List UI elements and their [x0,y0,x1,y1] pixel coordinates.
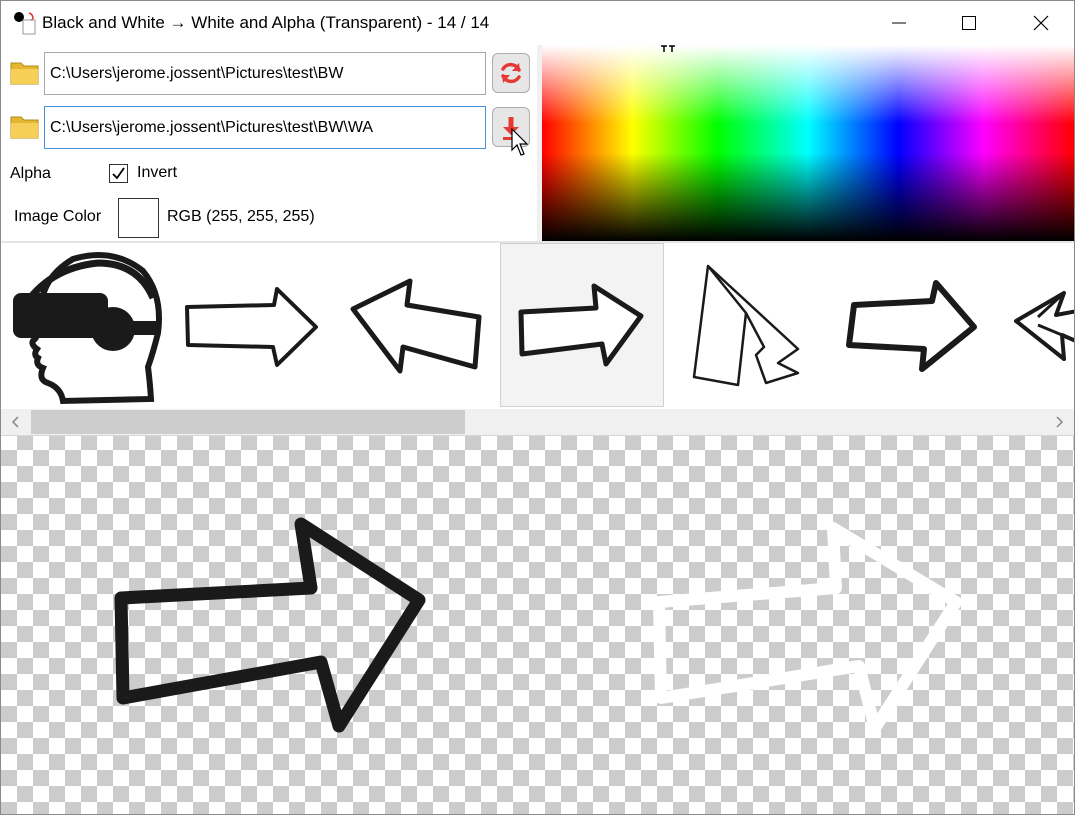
thumbnail-arrow-up-folded[interactable] [666,243,830,407]
color-picker[interactable] [542,45,1074,241]
color-picker-gradient [542,45,1074,241]
thumbnail-scrollbar[interactable] [1,409,1074,436]
alpha-label: Alpha [10,165,51,182]
scroll-right-button[interactable] [1044,409,1074,435]
arrow-right-heavy-icon [846,280,977,372]
refresh-button[interactable] [492,53,530,93]
app-icon [14,12,36,35]
vr-head-icon [13,252,162,405]
minimize-button[interactable] [869,1,929,45]
image-color-swatch[interactable] [118,198,159,238]
arrow-left-icon [350,278,482,374]
picker-marker-icon[interactable] [660,45,676,54]
thumbnail-vr-headset[interactable] [3,243,167,407]
image-color-value: RGB (255, 255, 255) [167,208,315,225]
arrow-left-partial-icon [1014,291,1074,361]
source-path-input[interactable] [44,52,486,95]
chevron-left-icon [11,416,19,428]
maximize-icon [962,16,976,30]
preview-area [1,436,1074,814]
scrollbar-thumb[interactable] [31,410,465,434]
arrow-right-icon [185,287,318,367]
thumbnail-arrow-right-heavy[interactable] [832,243,996,407]
minimize-icon [892,22,906,24]
chevron-right-icon [1056,416,1064,428]
thumbnail-arrow-left-outline[interactable] [335,243,499,407]
window-title: Black and White → White and Alpha (Trans… [42,13,490,32]
output-path-input[interactable] [44,106,486,149]
source-image-preview [114,517,426,733]
title-bar: Black and White → White and Alpha (Trans… [1,1,1074,45]
result-image-preview [653,522,962,734]
image-color-label: Image Color [14,208,102,225]
arrow-up-folded-icon [692,264,800,387]
arrow-right-bold-icon [518,283,644,367]
maximize-button[interactable] [939,1,999,45]
thumbnail-arrow-right-outline[interactable] [169,243,333,407]
refresh-icon [501,62,521,84]
thumbnail-strip [1,243,1074,409]
invert-checkbox[interactable] [109,164,128,183]
close-icon [1033,15,1049,31]
app-window: Black and White → White and Alpha (Trans… [0,0,1075,815]
scroll-left-button[interactable] [1,409,31,435]
invert-label[interactable]: Invert [137,164,177,182]
folder-icon[interactable] [10,112,40,140]
mouse-cursor-icon [511,128,529,156]
folder-icon[interactable] [10,58,40,86]
close-button[interactable] [1011,1,1071,45]
thumbnail-arrow-right-bold[interactable] [500,243,664,407]
thumbnail-arrow-left-partial[interactable] [998,243,1074,407]
preview-canvas [114,517,962,734]
checkmark-icon [112,167,125,180]
